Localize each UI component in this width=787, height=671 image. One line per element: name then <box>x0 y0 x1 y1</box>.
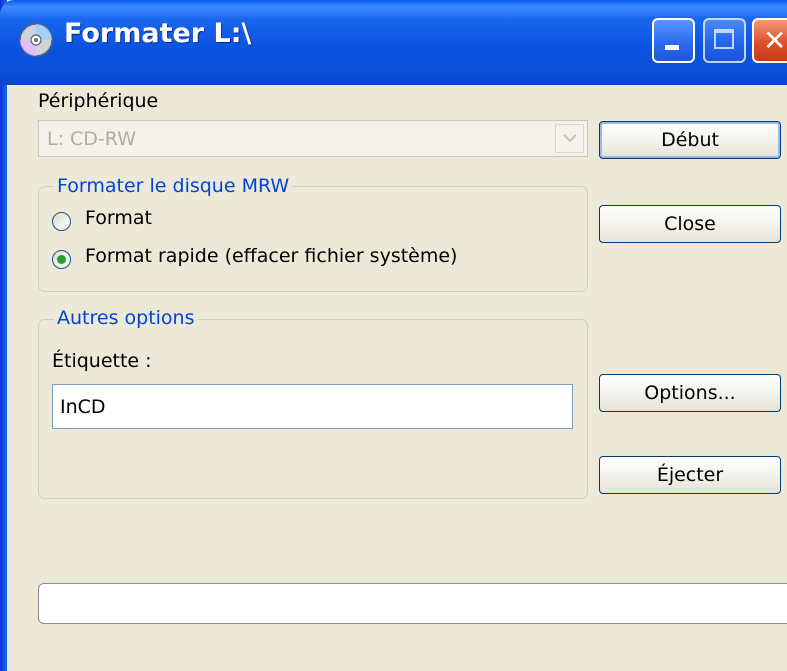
close-icon: ✕ <box>763 24 787 57</box>
window-left-border <box>0 0 7 671</box>
progress-bar <box>38 583 787 624</box>
volume-label-value: InCD <box>60 396 106 418</box>
window-title: Formater L:\ <box>64 18 252 49</box>
device-dropdown-value: L: CD-RW <box>47 128 136 150</box>
close-button[interactable]: Close <box>599 205 781 243</box>
radio-format[interactable] <box>52 212 71 231</box>
radio-quick-format[interactable] <box>52 250 71 269</box>
other-options-legend: Autres options <box>54 307 198 329</box>
chevron-down-icon <box>563 134 577 143</box>
minimize-button[interactable] <box>652 18 695 63</box>
minimize-icon <box>665 45 679 50</box>
radio-quick-format-label[interactable]: Format rapide (effacer fichier système) <box>85 245 457 267</box>
eject-button[interactable]: Éjecter <box>599 456 781 494</box>
format-mrw-legend: Formater le disque MRW <box>54 175 293 197</box>
title-bar[interactable]: Formater L:\ ✕ <box>0 0 787 85</box>
start-button[interactable]: Début <box>599 121 781 159</box>
options-button[interactable]: Options... <box>599 374 781 412</box>
dropdown-arrow-button[interactable] <box>555 124 584 153</box>
device-dropdown[interactable]: L: CD-RW <box>38 120 588 157</box>
volume-label-input[interactable]: InCD <box>52 384 573 429</box>
radio-format-label[interactable]: Format <box>85 207 152 229</box>
close-window-button[interactable]: ✕ <box>752 18 787 63</box>
cd-disc-icon <box>18 22 54 58</box>
device-label: Périphérique <box>38 90 159 112</box>
format-dialog: Formater L:\ ✕ Périphérique L: CD-RW Déb… <box>0 0 787 671</box>
volume-label-caption: Étiquette : <box>52 350 152 372</box>
maximize-icon <box>714 29 734 49</box>
maximize-button[interactable] <box>703 18 746 63</box>
format-mrw-group <box>38 186 588 292</box>
